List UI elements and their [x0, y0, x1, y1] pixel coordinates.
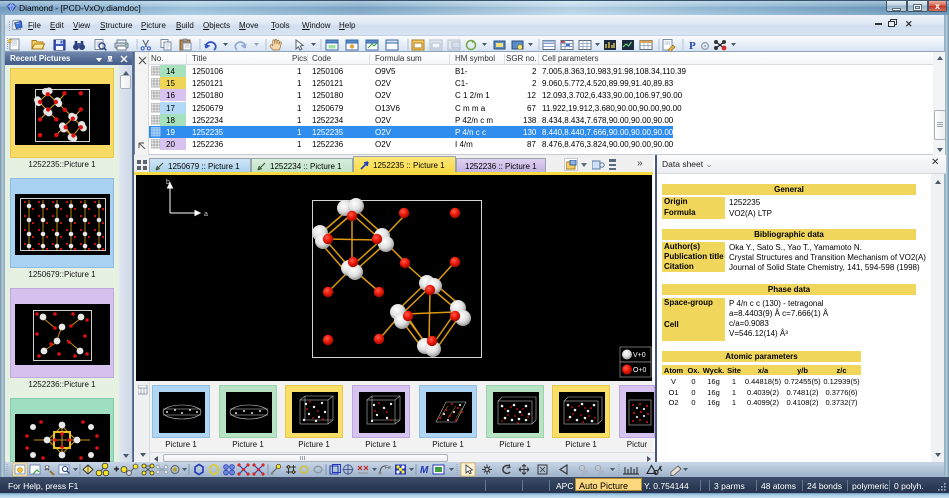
svg-text:O+0: O+0	[633, 367, 647, 374]
svg-text:b: b	[166, 179, 170, 186]
svg-text:V+0: V+0	[633, 352, 646, 359]
svg-text:Fe: Fe	[385, 465, 391, 471]
svg-text:P: P	[689, 40, 696, 51]
svg-text:a: a	[204, 211, 208, 218]
svg-text:M: M	[420, 465, 429, 476]
